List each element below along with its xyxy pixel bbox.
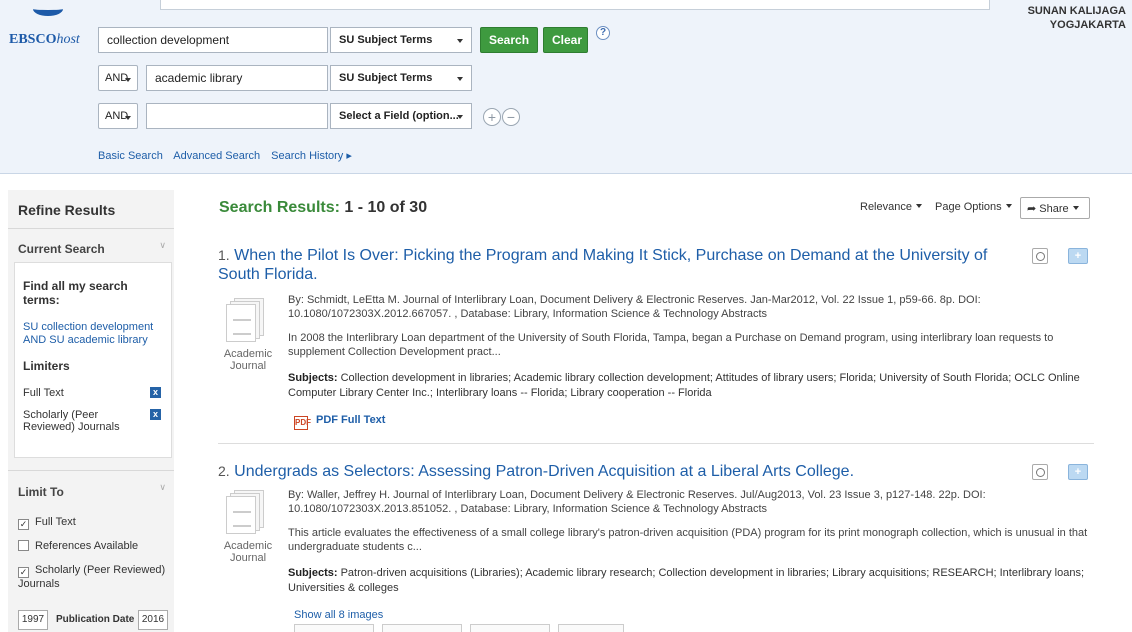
result-title[interactable]: 2. Undergrads as Selectors: Assessing Pa… [218, 462, 1008, 481]
results-heading: Search Results: 1 - 10 of 30 [219, 199, 428, 216]
search-button[interactable]: Search [480, 27, 538, 53]
search-input-1[interactable] [98, 27, 328, 53]
result-divider [218, 443, 1094, 444]
institution-name: SUNAN KALIJAGA YOGJAKARTA [1027, 5, 1126, 31]
divider [8, 470, 174, 471]
search-mode-links: Basic Search Advanced Search Search Hist… [98, 149, 360, 162]
checkbox-icon[interactable] [18, 540, 29, 551]
field-select-1[interactable]: SU Subject Terms [330, 27, 472, 53]
bool-select-3[interactable]: AND [98, 103, 138, 129]
checkbox-checked-icon[interactable]: ✓ [18, 519, 29, 530]
add-to-folder-icon[interactable]: + [1068, 248, 1088, 264]
result-subjects: Subjects: Patron-driven acquisitions (Li… [288, 567, 1084, 594]
preview-icon[interactable] [1032, 248, 1048, 264]
image-thumbnail[interactable] [294, 624, 374, 632]
publication-type-label: Academic Journal [223, 540, 273, 564]
date-to-input[interactable]: 2016 [138, 610, 168, 630]
logo-text: EBSCOhost [9, 32, 80, 47]
bool-select-2[interactable]: AND [98, 65, 138, 91]
checkbox-checked-icon[interactable]: ✓ [18, 567, 29, 578]
publication-date-label: Publication Date [56, 614, 135, 625]
sort-relevance-dropdown[interactable]: Relevance [860, 201, 922, 213]
remove-limiter-icon[interactable]: x [150, 409, 161, 420]
result-abstract: In 2008 the Interlibrary Loan department… [288, 332, 1054, 358]
field-select-3[interactable]: Select a Field (option... [330, 103, 472, 129]
limiters-heading: Limiters [23, 359, 70, 373]
search-terms-link[interactable]: SU collection development AND SU academi… [23, 321, 169, 347]
limiter-scholarly: Scholarly (Peer Reviewed) Journals [23, 409, 120, 433]
current-search-box: Find all my search terms: SU collection … [14, 262, 172, 458]
result-item: 1. When the Pilot Is Over: Picking the P… [218, 246, 1098, 436]
refine-sidebar: Refine Results Current Search ∨ Find all… [8, 190, 174, 632]
page-options-dropdown[interactable]: Page Options [935, 201, 1012, 213]
checkbox-references[interactable]: References Available [18, 540, 138, 553]
publication-type-label: Academic Journal [223, 348, 273, 372]
add-to-folder-icon[interactable]: + [1068, 464, 1088, 480]
chevron-down-icon[interactable]: ∨ [159, 240, 166, 251]
result-byline: By: Schmidt, LeEtta M. Journal of Interl… [288, 294, 981, 320]
limiter-full-text: Full Text [23, 387, 64, 399]
help-icon[interactable]: ? [596, 26, 610, 40]
limit-to-heading[interactable]: Limit To [18, 485, 64, 499]
date-from-input[interactable]: 1997 [18, 610, 48, 630]
clear-button[interactable]: Clear [543, 27, 588, 53]
ebscohost-logo[interactable]: EBSCOhost [9, 2, 89, 52]
current-search-heading[interactable]: Current Search [18, 242, 105, 256]
search-input-2[interactable] [146, 65, 328, 91]
image-thumbnail[interactable] [382, 624, 462, 632]
show-images-link[interactable]: Show all 8 images [294, 609, 383, 621]
result-subjects: Subjects: Collection development in libr… [288, 372, 1080, 399]
checkbox-full-text[interactable]: ✓ Full Text [18, 516, 76, 530]
publication-date-range: 1997 Publication Date 2016 [18, 610, 168, 632]
pdf-full-text-link[interactable]: PDF PDF Full Text [294, 414, 385, 430]
result-actions: + [1032, 248, 1092, 266]
checkbox-scholarly[interactable]: ✓ Scholarly (Peer Reviewed) Journals [18, 564, 168, 591]
search-header: EBSCOhost SUNAN KALIJAGA YOGJAKARTA SU S… [0, 0, 1132, 174]
search-history-link[interactable]: Search History ▸ [271, 150, 352, 162]
result-actions: + [1032, 464, 1092, 482]
top-toolbar [160, 0, 990, 10]
result-byline: By: Waller, Jeffrey H. Journal of Interl… [288, 489, 986, 515]
image-thumbnail[interactable] [470, 624, 550, 632]
share-arrow-icon: ➦ [1027, 203, 1040, 215]
remove-row-icon[interactable]: − [502, 108, 520, 126]
image-thumbnail[interactable] [558, 624, 624, 632]
search-input-3[interactable] [146, 103, 328, 129]
find-all-label: Find all my search terms: [23, 279, 128, 307]
academic-journal-icon [226, 298, 266, 342]
divider [8, 228, 174, 229]
result-abstract: This article evaluates the effectiveness… [288, 527, 1088, 553]
field-select-2[interactable]: SU Subject Terms [330, 65, 472, 91]
advanced-search-link[interactable]: Advanced Search [173, 150, 260, 162]
chevron-down-icon[interactable]: ∨ [159, 482, 166, 493]
preview-icon[interactable] [1032, 464, 1048, 480]
remove-limiter-icon[interactable]: x [150, 387, 161, 398]
add-row-icon[interactable]: + [483, 108, 501, 126]
logo-swoosh-icon [33, 2, 63, 16]
result-title[interactable]: 1. When the Pilot Is Over: Picking the P… [218, 246, 1008, 284]
result-item: 2. Undergrads as Selectors: Assessing Pa… [218, 462, 1098, 632]
basic-search-link[interactable]: Basic Search [98, 150, 163, 162]
share-button[interactable]: ➦ Share [1020, 197, 1090, 219]
academic-journal-icon [226, 490, 266, 534]
refine-results-title: Refine Results [18, 202, 116, 218]
pdf-icon: PDF [294, 416, 311, 430]
